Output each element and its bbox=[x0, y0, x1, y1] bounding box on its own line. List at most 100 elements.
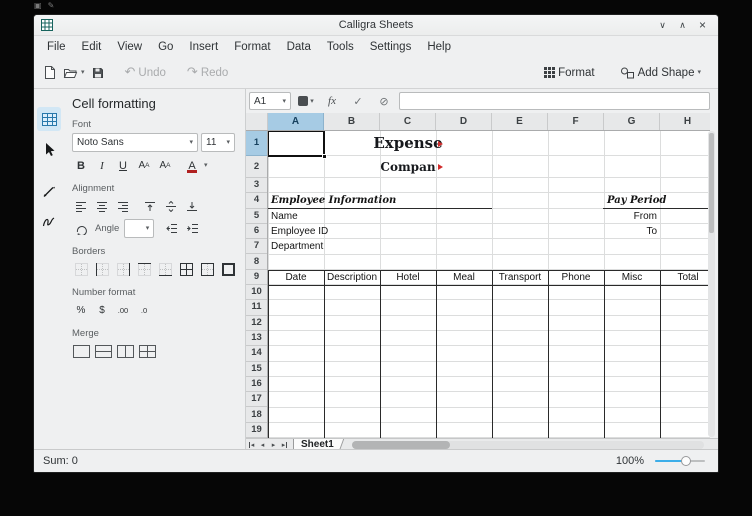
cell-B9[interactable]: Description bbox=[324, 270, 380, 285]
menu-tools[interactable]: Tools bbox=[319, 39, 362, 55]
selection-dropdown[interactable]: ▾ bbox=[295, 92, 317, 110]
cell-H9[interactable]: Total bbox=[660, 270, 710, 285]
open-document-button[interactable]: ▾ bbox=[63, 67, 85, 79]
cell-A9[interactable]: Date bbox=[268, 270, 324, 285]
row-header-14[interactable]: 14 bbox=[246, 346, 267, 361]
menu-go[interactable]: Go bbox=[150, 39, 181, 55]
menu-data[interactable]: Data bbox=[279, 39, 319, 55]
cell-E9[interactable]: Transport bbox=[492, 270, 548, 285]
cell-reference-box[interactable]: A1 ▾ bbox=[249, 92, 291, 110]
zoom-slider-knob[interactable] bbox=[681, 456, 691, 466]
row-header-16[interactable]: 16 bbox=[246, 377, 267, 392]
border-thick-box-button[interactable] bbox=[219, 260, 237, 279]
border-bottom-button[interactable] bbox=[156, 260, 174, 279]
selection-handle[interactable] bbox=[322, 154, 327, 159]
minimize-button[interactable]: ∨ bbox=[655, 18, 670, 33]
row-header-2[interactable]: 2 bbox=[246, 156, 267, 178]
merge-cells-button[interactable] bbox=[72, 342, 91, 361]
row-header-6[interactable]: 6 bbox=[246, 224, 267, 239]
cell-D9[interactable]: Meal bbox=[436, 270, 492, 285]
format-button[interactable]: Format bbox=[544, 67, 594, 79]
cell-A4[interactable]: Employee Information bbox=[271, 193, 396, 208]
undo-button[interactable]: ↶ Undo bbox=[125, 66, 166, 80]
superscript-button[interactable]: AA bbox=[135, 156, 153, 175]
align-middle-button[interactable] bbox=[162, 197, 180, 216]
border-all-button[interactable] bbox=[177, 260, 195, 279]
row-header-15[interactable]: 15 bbox=[246, 362, 267, 377]
menu-edit[interactable]: Edit bbox=[74, 39, 110, 55]
row-header-5[interactable]: 5 bbox=[246, 209, 267, 224]
row-header-19[interactable]: 19 bbox=[246, 423, 267, 438]
column-header-A[interactable]: A bbox=[268, 113, 324, 130]
column-header-D[interactable]: D bbox=[436, 113, 492, 130]
column-header-G[interactable]: G bbox=[604, 113, 660, 130]
line-tool-button[interactable] bbox=[37, 179, 61, 203]
selection-tool-button[interactable] bbox=[37, 137, 61, 161]
row-header-12[interactable]: 12 bbox=[246, 316, 267, 331]
precision-decrease-button[interactable]: .0 bbox=[135, 301, 153, 320]
vertical-scrollbar[interactable] bbox=[708, 131, 715, 437]
row-header-17[interactable]: 17 bbox=[246, 392, 267, 407]
row-header-10[interactable]: 10 bbox=[246, 285, 267, 300]
cancel-button[interactable]: ⊘ bbox=[373, 92, 395, 110]
cell-C2[interactable]: Compan bbox=[324, 156, 492, 178]
save-button[interactable] bbox=[92, 67, 104, 79]
row-header-13[interactable]: 13 bbox=[246, 331, 267, 346]
subscript-button[interactable]: AA bbox=[156, 156, 174, 175]
zoom-slider[interactable] bbox=[655, 455, 705, 467]
menu-file[interactable]: File bbox=[39, 39, 74, 55]
formula-input[interactable] bbox=[399, 92, 710, 110]
merge-horizontal-button[interactable] bbox=[94, 342, 113, 361]
align-center-button[interactable] bbox=[93, 197, 111, 216]
titlebar[interactable]: Calligra Sheets ∨ ∧ × bbox=[34, 15, 718, 36]
cell-G9[interactable]: Misc bbox=[604, 270, 660, 285]
align-left-button[interactable] bbox=[72, 197, 90, 216]
border-top-button[interactable] bbox=[135, 260, 153, 279]
horizontal-scrollbar-handle[interactable] bbox=[352, 441, 450, 449]
column-header-H[interactable]: H bbox=[660, 113, 710, 130]
select-all-corner[interactable] bbox=[246, 113, 268, 130]
cell-F9[interactable]: Phone bbox=[548, 270, 604, 285]
font-size-select[interactable]: 11 ▾ bbox=[201, 133, 235, 152]
merge-vertical-button[interactable] bbox=[116, 342, 135, 361]
column-header-E[interactable]: E bbox=[492, 113, 548, 130]
horizontal-scrollbar[interactable] bbox=[352, 441, 704, 449]
column-header-F[interactable]: F bbox=[548, 113, 604, 130]
menu-insert[interactable]: Insert bbox=[181, 39, 226, 55]
font-family-select[interactable]: Noto Sans ▾ bbox=[72, 133, 198, 152]
formula-button[interactable]: fx bbox=[321, 92, 343, 110]
vertical-scrollbar-handle[interactable] bbox=[709, 133, 714, 233]
border-none-button[interactable] bbox=[72, 260, 90, 279]
grid-area[interactable]: ExpenseCompanEmployee InformationPay Per… bbox=[268, 131, 710, 438]
cell-G5[interactable]: From bbox=[604, 209, 657, 224]
row-header-3[interactable]: 3 bbox=[246, 178, 267, 193]
indent-increase-button[interactable] bbox=[183, 219, 201, 238]
cell-tool-button[interactable] bbox=[37, 107, 61, 131]
border-box-button[interactable] bbox=[198, 260, 216, 279]
menu-view[interactable]: View bbox=[109, 39, 150, 55]
cell-A7[interactable]: Department bbox=[271, 239, 323, 254]
row-header-4[interactable]: 4 bbox=[246, 193, 267, 208]
text-rotation-button[interactable] bbox=[72, 219, 90, 238]
angle-spinner[interactable]: ▾ bbox=[124, 219, 154, 238]
align-right-button[interactable] bbox=[114, 197, 132, 216]
column-header-C[interactable]: C bbox=[380, 113, 436, 130]
apply-button[interactable]: ✓ bbox=[347, 92, 369, 110]
column-header-B[interactable]: B bbox=[324, 113, 380, 130]
redo-button[interactable]: ↷ Redo bbox=[187, 66, 228, 80]
row-header-7[interactable]: 7 bbox=[246, 239, 267, 254]
cell-C9[interactable]: Hotel bbox=[380, 270, 436, 285]
border-left-button[interactable] bbox=[93, 260, 111, 279]
border-right-button[interactable] bbox=[114, 260, 132, 279]
row-header-11[interactable]: 11 bbox=[246, 300, 267, 315]
maximize-button[interactable]: ∧ bbox=[675, 18, 690, 33]
new-document-button[interactable] bbox=[43, 65, 56, 80]
cell-A5[interactable]: Name bbox=[271, 209, 298, 224]
menu-format[interactable]: Format bbox=[226, 39, 278, 55]
italic-button[interactable]: I bbox=[93, 156, 111, 175]
unmerge-button[interactable] bbox=[138, 342, 157, 361]
align-top-button[interactable] bbox=[141, 197, 159, 216]
precision-increase-button[interactable]: .00 bbox=[114, 301, 132, 320]
cell-G6[interactable]: To bbox=[604, 224, 657, 239]
font-color-button[interactable]: A bbox=[183, 156, 201, 175]
